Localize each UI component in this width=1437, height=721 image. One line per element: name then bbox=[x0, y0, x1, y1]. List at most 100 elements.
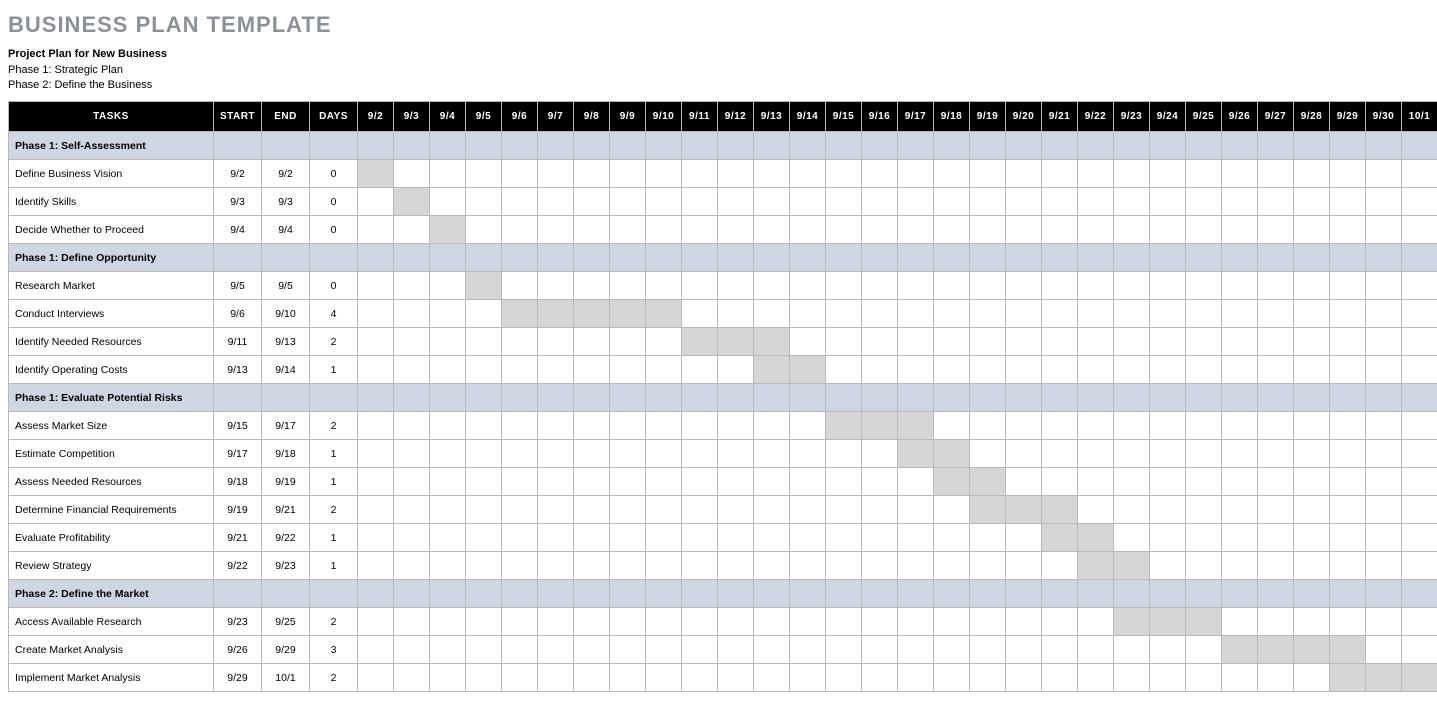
gantt-cell bbox=[718, 580, 754, 608]
gantt-cell bbox=[430, 636, 466, 664]
gantt-cell bbox=[1006, 356, 1042, 384]
gantt-cell bbox=[1222, 440, 1258, 468]
gantt-cell bbox=[934, 664, 970, 692]
gantt-cell bbox=[934, 384, 970, 412]
task-label: Research Market bbox=[9, 272, 214, 300]
task-row: Conduct Interviews9/69/104 bbox=[9, 300, 1437, 328]
gantt-cell bbox=[358, 160, 394, 188]
cell-end: 9/23 bbox=[262, 552, 310, 580]
gantt-cell bbox=[574, 524, 610, 552]
gantt-cell bbox=[790, 608, 826, 636]
gantt-cell bbox=[466, 468, 502, 496]
gantt-cell bbox=[466, 272, 502, 300]
task-row: Determine Financial Requirements9/199/21… bbox=[9, 496, 1437, 524]
cell-start: 9/13 bbox=[214, 356, 262, 384]
gantt-cell bbox=[394, 132, 430, 160]
gantt-cell bbox=[394, 524, 430, 552]
gantt-cell bbox=[1258, 552, 1294, 580]
gantt-cell bbox=[1042, 412, 1078, 440]
phase-label: Phase 1: Evaluate Potential Risks bbox=[9, 384, 214, 412]
gantt-cell bbox=[1078, 664, 1114, 692]
gantt-cell bbox=[502, 272, 538, 300]
gantt-cell bbox=[1258, 496, 1294, 524]
gantt-cell bbox=[1366, 160, 1402, 188]
gantt-cell bbox=[538, 272, 574, 300]
gantt-cell bbox=[1006, 580, 1042, 608]
gantt-cell bbox=[502, 608, 538, 636]
gantt-cell bbox=[682, 300, 718, 328]
gantt-cell bbox=[466, 356, 502, 384]
gantt-cell bbox=[1258, 636, 1294, 664]
gantt-cell bbox=[754, 636, 790, 664]
gantt-cell bbox=[1150, 468, 1186, 496]
gantt-cell bbox=[1150, 244, 1186, 272]
gantt-cell bbox=[862, 188, 898, 216]
gantt-cell bbox=[1006, 244, 1042, 272]
cell-start bbox=[214, 384, 262, 412]
gantt-cell bbox=[1222, 384, 1258, 412]
task-row: Implement Market Analysis9/2910/12 bbox=[9, 664, 1437, 692]
gantt-cell bbox=[970, 552, 1006, 580]
gantt-cell bbox=[646, 384, 682, 412]
gantt-cell bbox=[1042, 132, 1078, 160]
gantt-cell bbox=[1114, 580, 1150, 608]
gantt-cell bbox=[1366, 468, 1402, 496]
gantt-cell bbox=[358, 552, 394, 580]
gantt-cell bbox=[646, 440, 682, 468]
gantt-cell bbox=[1402, 524, 1437, 552]
gantt-cell bbox=[538, 636, 574, 664]
gantt-cell bbox=[466, 440, 502, 468]
gantt-cell bbox=[502, 552, 538, 580]
col-days: DAYS bbox=[310, 102, 358, 132]
meta-line: Phase 1: Strategic Plan bbox=[8, 64, 1429, 76]
cell-days: 2 bbox=[310, 496, 358, 524]
gantt-cell bbox=[1006, 412, 1042, 440]
gantt-cell bbox=[970, 160, 1006, 188]
gantt-cell bbox=[1150, 188, 1186, 216]
gantt-cell bbox=[754, 468, 790, 496]
gantt-cell bbox=[790, 188, 826, 216]
gantt-cell bbox=[1042, 384, 1078, 412]
gantt-cell bbox=[970, 300, 1006, 328]
gantt-cell bbox=[934, 356, 970, 384]
gantt-cell bbox=[1294, 440, 1330, 468]
gantt-cell bbox=[1366, 328, 1402, 356]
task-row: Estimate Competition9/179/181 bbox=[9, 440, 1437, 468]
gantt-cell bbox=[1222, 188, 1258, 216]
gantt-cell bbox=[646, 188, 682, 216]
gantt-cell bbox=[466, 664, 502, 692]
phase-label: Phase 1: Define Opportunity bbox=[9, 244, 214, 272]
gantt-cell bbox=[790, 132, 826, 160]
gantt-cell bbox=[1258, 384, 1294, 412]
gantt-cell bbox=[646, 552, 682, 580]
gantt-cell bbox=[358, 496, 394, 524]
col-date: 9/25 bbox=[1186, 102, 1222, 132]
gantt-cell bbox=[1006, 636, 1042, 664]
col-date: 9/13 bbox=[754, 102, 790, 132]
cell-end: 9/21 bbox=[262, 496, 310, 524]
gantt-cell bbox=[538, 244, 574, 272]
gantt-cell bbox=[1366, 384, 1402, 412]
gantt-cell bbox=[682, 412, 718, 440]
gantt-cell bbox=[610, 132, 646, 160]
gantt-cell bbox=[1402, 244, 1437, 272]
gantt-cell bbox=[1042, 244, 1078, 272]
gantt-cell bbox=[1186, 664, 1222, 692]
gantt-cell bbox=[754, 244, 790, 272]
gantt-cell bbox=[1294, 636, 1330, 664]
gantt-cell bbox=[502, 160, 538, 188]
gantt-cell bbox=[1114, 272, 1150, 300]
gantt-cell bbox=[1006, 272, 1042, 300]
gantt-cell bbox=[970, 524, 1006, 552]
cell-days: 3 bbox=[310, 636, 358, 664]
gantt-cell bbox=[1186, 496, 1222, 524]
gantt-cell bbox=[610, 440, 646, 468]
gantt-cell bbox=[790, 440, 826, 468]
gantt-cell bbox=[826, 160, 862, 188]
gantt-cell bbox=[430, 412, 466, 440]
gantt-cell bbox=[1258, 440, 1294, 468]
gantt-cell bbox=[970, 216, 1006, 244]
gantt-cell bbox=[1042, 328, 1078, 356]
gantt-cell bbox=[538, 160, 574, 188]
gantt-cell bbox=[538, 468, 574, 496]
